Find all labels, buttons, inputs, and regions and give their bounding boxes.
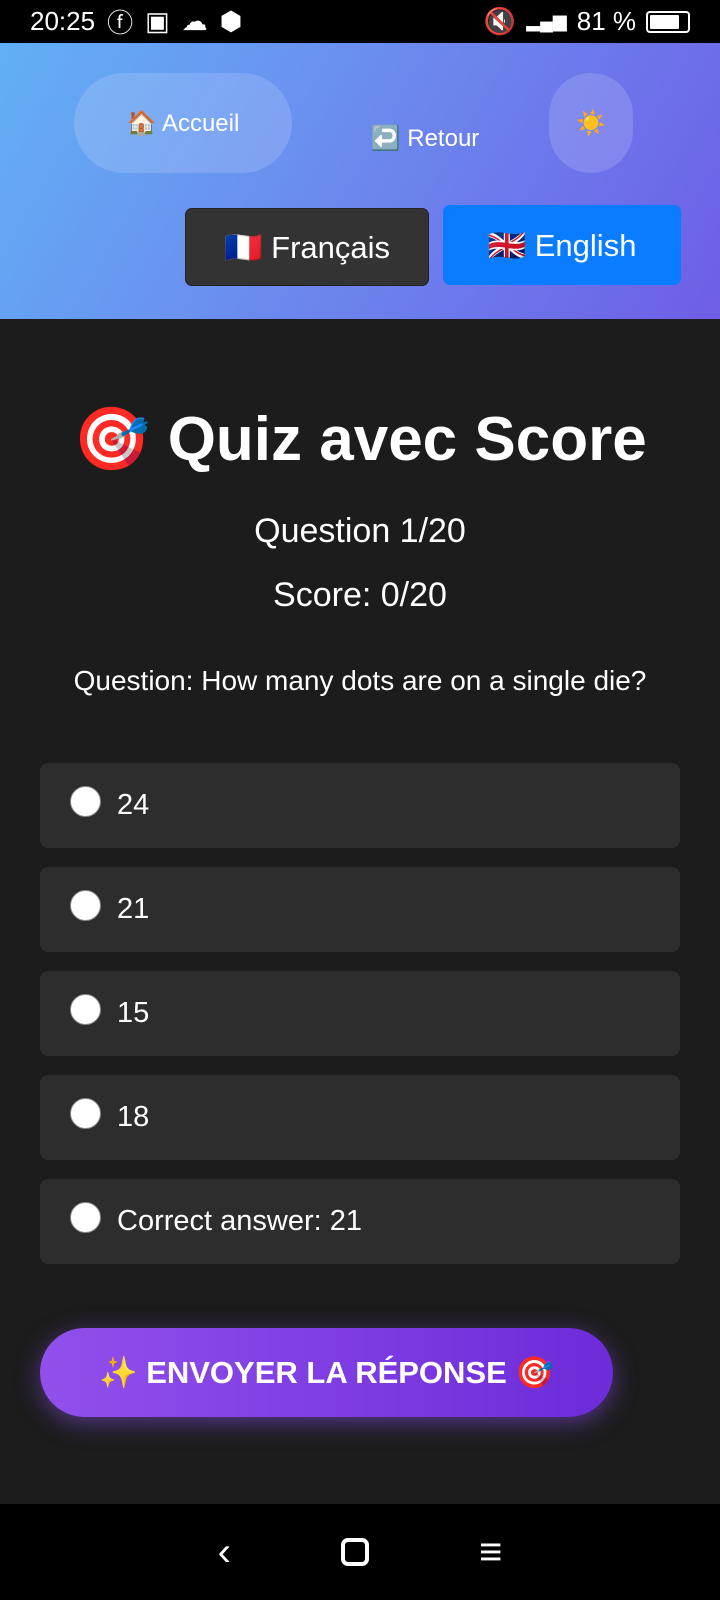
facebook-app-icon: ▣ [145, 6, 170, 36]
header: 🏠 Accueil ↩️ Retour ☀️ 🇫🇷 Français 🇬🇧 En… [0, 43, 720, 319]
answer-option[interactable]: 21 [40, 867, 680, 952]
menu-nav-icon[interactable]: ≡ [479, 1530, 502, 1575]
home-button[interactable]: 🏠 Accueil [74, 73, 292, 173]
back-nav-icon[interactable]: ‹ [218, 1530, 231, 1575]
mute-icon: 🔇 [483, 6, 517, 36]
option-label: 24 [117, 789, 150, 821]
system-nav-bar: ‹ ≡ [0, 1504, 720, 1600]
score: Score: 0/20 [273, 576, 447, 614]
question-progress: Question 1/20 [254, 512, 466, 550]
radio-button[interactable] [70, 1098, 101, 1129]
option-label: 21 [117, 893, 150, 925]
option-label: Correct answer: 21 [117, 1205, 362, 1237]
signal-icon: ▂▄▆ [526, 11, 567, 31]
quiz-panel: 🎯 Quiz avec Score Question 1/20 Score: 0… [0, 319, 720, 1504]
option-label: 15 [117, 997, 150, 1029]
cloud-icon: ☁ [181, 6, 208, 36]
radio-button[interactable] [70, 890, 101, 921]
radio-button[interactable] [70, 994, 101, 1025]
home-nav-icon[interactable] [340, 1538, 369, 1566]
answer-option[interactable]: 15 [40, 971, 680, 1056]
answer-option[interactable]: 24 [40, 763, 680, 848]
answer-option[interactable]: Correct answer: 21 [40, 1179, 680, 1264]
status-bar: 20:25 ⓕ ▣ ☁ ⬢ 🔇 ▂▄▆ 81 % [0, 0, 720, 43]
facebook-icon: ⓕ [107, 8, 134, 38]
question-text: Question: How many dots are on a single … [73, 665, 647, 696]
submit-answer-button[interactable]: ✨ ENVOYER LA RÉPONSE 🎯 [40, 1328, 613, 1417]
back-button[interactable]: ↩️ Retour [355, 113, 495, 163]
lang-french-button[interactable]: 🇫🇷 Français [185, 208, 429, 286]
radio-button[interactable] [70, 786, 101, 817]
clock: 20:25 [30, 6, 96, 36]
page-title: 🎯 Quiz avec Score [73, 405, 647, 474]
answer-option[interactable]: 18 [40, 1075, 680, 1160]
lang-english-button[interactable]: 🇬🇧 English [443, 205, 681, 285]
shield-icon: ⬢ [219, 6, 243, 36]
battery-percent: 81 % [576, 6, 636, 36]
option-label: 18 [117, 1101, 150, 1133]
radio-button[interactable] [70, 1202, 101, 1233]
battery-icon [646, 10, 690, 33]
theme-toggle[interactable]: ☀️ [549, 73, 633, 173]
